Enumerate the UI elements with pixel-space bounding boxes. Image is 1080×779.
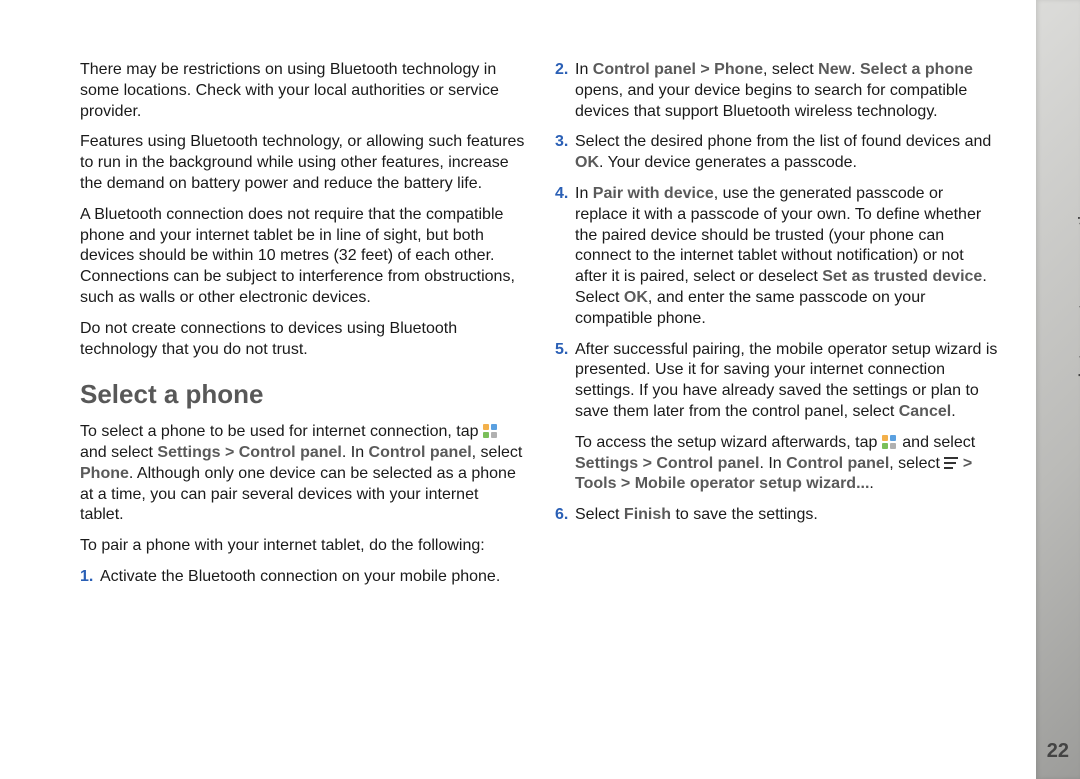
apps-icon — [483, 424, 499, 438]
steps-list-right-2: Select Finish to save the settings. — [555, 505, 1000, 526]
step-item: Select the desired phone from the list o… — [555, 132, 1000, 174]
page-number: 22 — [1047, 740, 1069, 763]
paragraph: To pair a phone with your internet table… — [80, 536, 525, 557]
two-column-content: There may be restrictions on using Bluet… — [80, 60, 1000, 598]
side-tab: Internet connections 22 — [1036, 0, 1080, 779]
section-heading: Select a phone — [80, 378, 525, 412]
section-tab-label: Internet connections — [1074, 180, 1080, 378]
apps-icon — [882, 435, 898, 449]
manual-page: There may be restrictions on using Bluet… — [0, 0, 1080, 779]
paragraph: To select a phone to be used for interne… — [80, 422, 525, 526]
right-column: In Control panel > Phone, select New. Se… — [555, 60, 1000, 598]
step-item: In Control panel > Phone, select New. Se… — [555, 60, 1000, 122]
paragraph: A Bluetooth connection does not require … — [80, 205, 525, 309]
steps-list-left: Activate the Bluetooth connection on you… — [80, 567, 525, 588]
step-item: Activate the Bluetooth connection on you… — [80, 567, 525, 588]
step-item: Select Finish to save the settings. — [555, 505, 1000, 526]
left-column: There may be restrictions on using Bluet… — [80, 60, 525, 598]
paragraph: To access the setup wizard afterwards, t… — [555, 433, 1000, 495]
paragraph: There may be restrictions on using Bluet… — [80, 60, 525, 122]
menu-icon — [944, 457, 958, 469]
paragraph: Features using Bluetooth technology, or … — [80, 132, 525, 194]
paragraph: Do not create connections to devices usi… — [80, 319, 525, 361]
steps-list-right: In Control panel > Phone, select New. Se… — [555, 60, 1000, 423]
step-item: After successful pairing, the mobile ope… — [555, 340, 1000, 423]
step-item: In Pair with device, use the generated p… — [555, 184, 1000, 330]
